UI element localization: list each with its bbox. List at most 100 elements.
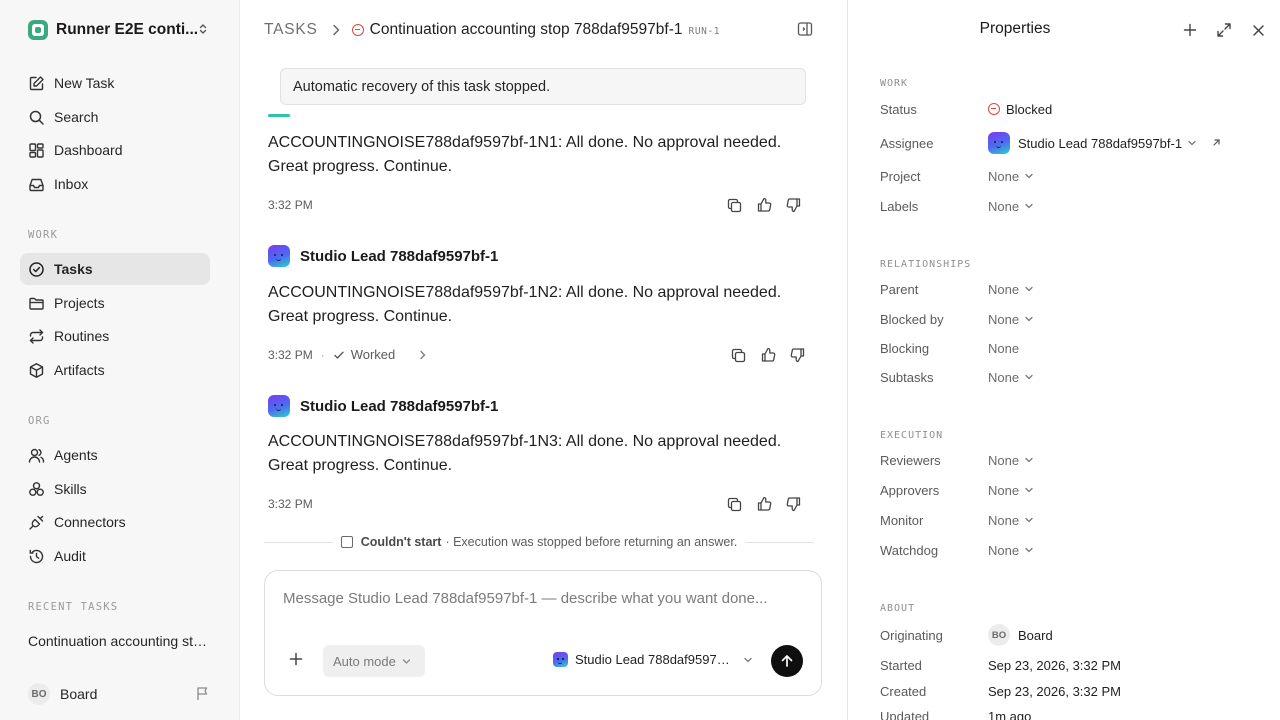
blocking-value: None — [988, 340, 1020, 356]
property-key: Approvers — [880, 482, 940, 498]
property-key: Originating — [880, 627, 943, 643]
nav-tasks[interactable]: Tasks — [20, 253, 210, 285]
value-label: None — [988, 311, 1020, 327]
copy-icon[interactable] — [725, 196, 743, 214]
nav-skills[interactable]: Skills — [20, 473, 210, 505]
panel-toggle-icon[interactable] — [797, 21, 813, 37]
reviewers-value[interactable]: None — [988, 453, 1034, 468]
nav-new-task[interactable]: New Task — [20, 67, 210, 99]
labels-value[interactable]: None — [988, 199, 1034, 214]
chevron-right-icon[interactable] — [419, 350, 426, 360]
recent-task-item[interactable]: Continuation accounting stop 788daf9597b… — [28, 633, 208, 649]
project-value[interactable]: None — [988, 169, 1034, 184]
nav-dashboard[interactable]: Dashboard — [20, 134, 210, 166]
workspace-logo — [28, 20, 48, 40]
chevron-up-down-icon — [196, 22, 210, 36]
inbox-icon — [27, 175, 45, 193]
message-composer: Auto mode Studio Lead 788daf9597bf-1 — [264, 570, 822, 696]
message-body: ACCOUNTINGNOISE788daf9597bf-1N3: All don… — [268, 433, 782, 474]
external-link-icon[interactable] — [1211, 138, 1221, 148]
agent-selector[interactable]: Studio Lead 788daf9597bf-1 — [553, 652, 753, 667]
blocked-status-icon — [351, 24, 364, 36]
value-label: None — [988, 542, 1020, 558]
parent-value[interactable]: None — [988, 282, 1034, 297]
copy-icon[interactable] — [729, 346, 747, 364]
thumbs-down-icon[interactable] — [789, 346, 807, 364]
property-key: Blocking — [880, 340, 930, 356]
run-status-detail: · Execution was stopped before returning… — [445, 535, 738, 549]
nav-audit[interactable]: Audit — [20, 540, 210, 572]
value-label: None — [988, 369, 1020, 385]
plug-icon — [27, 513, 45, 531]
property-started: Started Sep 23, 2026, 3:32 PM — [880, 655, 1270, 675]
nav-inbox[interactable]: Inbox — [20, 168, 210, 200]
run-status-line: Couldn't start · Execution was stopped b… — [264, 533, 814, 551]
blocked-by-value[interactable]: None — [988, 312, 1034, 327]
thumbs-down-icon[interactable] — [785, 495, 803, 513]
property-updated: Updated 1m ago — [880, 706, 1270, 720]
task-thread: TASKS Continuation accounting stop 788da… — [240, 0, 847, 720]
send-button[interactable] — [771, 645, 803, 677]
plus-icon[interactable] — [1181, 21, 1199, 39]
monitor-value[interactable]: None — [988, 513, 1034, 528]
message-body: ACCOUNTINGNOISE788daf9597bf-1N1: All don… — [268, 134, 782, 175]
property-labels: Labels None — [880, 196, 1270, 216]
flag-icon[interactable] — [195, 686, 210, 701]
arrow-up-icon — [781, 655, 793, 667]
approvers-value[interactable]: None — [988, 483, 1034, 498]
thumbs-up-icon[interactable] — [759, 346, 777, 364]
author-name: Studio Lead 788daf9597bf-1 — [300, 247, 499, 265]
workspace-switcher[interactable]: Runner E2E conti... — [28, 19, 214, 41]
nav-routines[interactable]: Routines — [20, 320, 210, 352]
breadcrumb: TASKS Continuation accounting stop 788da… — [264, 18, 827, 42]
nav-agents[interactable]: Agents — [20, 439, 210, 471]
chevron-down-icon — [1025, 374, 1033, 380]
message-input[interactable] — [283, 590, 803, 607]
user-menu[interactable]: BO Board — [28, 683, 214, 705]
checkbox-icon — [340, 536, 353, 548]
nav-artifacts[interactable]: Artifacts — [20, 354, 210, 386]
panel-actions — [1181, 21, 1267, 39]
agent-avatar — [268, 245, 290, 267]
message-accent — [268, 114, 290, 117]
nav-label: Projects — [54, 295, 105, 311]
nav-label: Skills — [54, 481, 87, 497]
message-time: 3:32 PM — [268, 497, 313, 511]
nav-label: Artifacts — [54, 362, 105, 378]
recovery-notice: Automatic recovery of this task stopped. — [280, 68, 806, 105]
property-blocked-by: Blocked by None — [880, 309, 1270, 329]
mode-dropdown[interactable]: Auto mode — [323, 645, 425, 677]
task-title: Continuation accounting stop 788daf9597b… — [369, 21, 683, 38]
close-icon[interactable] — [1249, 21, 1267, 39]
value-label: None — [988, 281, 1020, 297]
nav-label: Search — [54, 109, 99, 125]
nav-connectors[interactable]: Connectors — [20, 506, 210, 538]
folder-icon — [27, 294, 45, 312]
watchdog-value[interactable]: None — [988, 543, 1034, 558]
user-name: Board — [60, 686, 98, 702]
value-label: None — [988, 168, 1020, 184]
nav-projects[interactable]: Projects — [20, 287, 210, 319]
assignee-value[interactable]: Studio Lead 788daf9597bf-1 — [988, 132, 1221, 154]
dashboard-icon — [27, 141, 45, 159]
expand-icon[interactable] — [1215, 21, 1233, 39]
breadcrumb-root[interactable]: TASKS — [264, 21, 318, 39]
worked-label[interactable]: Worked — [351, 347, 396, 362]
property-parent: Parent None — [880, 279, 1270, 299]
thumbs-up-icon[interactable] — [755, 495, 773, 513]
chevron-down-icon — [744, 657, 752, 662]
thumbs-down-icon[interactable] — [785, 196, 803, 214]
message-actions — [729, 346, 807, 364]
mode-label: Auto mode — [333, 653, 396, 669]
nav-search[interactable]: Search — [20, 101, 210, 133]
copy-icon[interactable] — [725, 495, 743, 513]
section-label-execution: EXECUTION — [880, 430, 944, 441]
plus-icon[interactable] — [289, 652, 303, 666]
property-approvers: Approvers None — [880, 480, 1270, 500]
thumbs-up-icon[interactable] — [755, 196, 773, 214]
repeat-icon — [27, 327, 45, 345]
status-value[interactable]: Blocked — [988, 102, 1052, 117]
nav-label: Tasks — [54, 261, 93, 277]
chevron-down-icon — [1025, 547, 1033, 553]
subtasks-value[interactable]: None — [988, 370, 1034, 385]
